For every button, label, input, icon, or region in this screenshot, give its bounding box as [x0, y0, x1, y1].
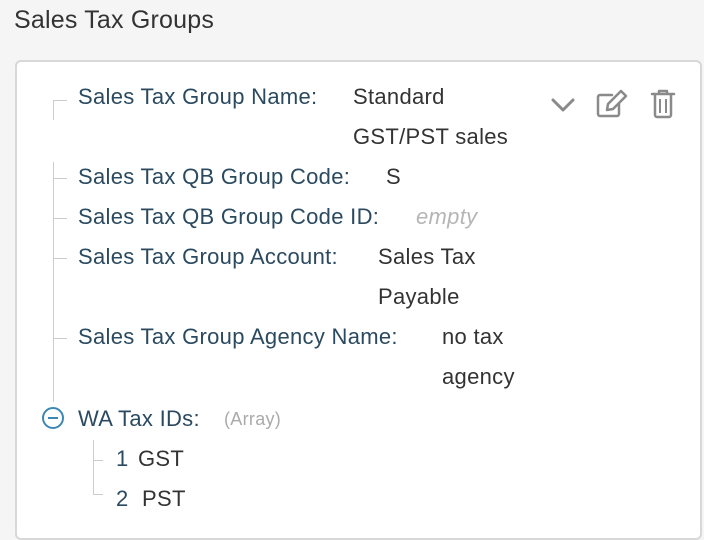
tree-line — [53, 162, 54, 402]
field-value: Payable — [378, 284, 460, 309]
chevron-down-icon[interactable] — [548, 92, 578, 123]
array-index: 1 — [116, 446, 129, 471]
field-value: agency — [442, 364, 515, 389]
tree-line — [53, 178, 67, 179]
tree-line — [93, 494, 103, 495]
field-label: Sales Tax Group Agency Name: — [78, 324, 398, 349]
field-label: Sales Tax QB Group Code ID: — [78, 204, 380, 229]
array-value: PST — [142, 486, 186, 511]
field-label: Sales Tax QB Group Code: — [78, 164, 351, 189]
field-value: Sales Tax — [378, 244, 476, 269]
tree-line — [93, 440, 94, 494]
field-label: Sales Tax Group Account: — [78, 244, 338, 269]
array-type-tag: (Array) — [224, 409, 282, 429]
field-value: S — [386, 164, 401, 189]
array-index: 2 — [116, 486, 129, 511]
tree-line — [53, 338, 67, 339]
edit-icon[interactable] — [594, 88, 630, 125]
field-value: Standard — [353, 84, 445, 109]
field-label: WA Tax IDs: — [78, 406, 200, 431]
collapse-toggle-icon[interactable] — [42, 407, 64, 429]
empty-placeholder: empty — [416, 204, 478, 229]
trash-icon[interactable] — [649, 87, 677, 126]
sales-tax-group-card: Sales Tax Group Name: Standard GST/PST s… — [15, 60, 702, 540]
tree-line — [53, 100, 67, 101]
tree-line — [93, 460, 103, 461]
tree-line — [53, 258, 67, 259]
field-value: no tax — [442, 324, 504, 349]
array-value: GST — [138, 446, 185, 471]
tree-line — [53, 218, 67, 219]
field-value: GST/PST sales — [353, 124, 509, 149]
tree-line — [53, 100, 54, 120]
page-title: Sales Tax Groups — [14, 6, 215, 34]
field-label: Sales Tax Group Name: — [78, 84, 318, 109]
